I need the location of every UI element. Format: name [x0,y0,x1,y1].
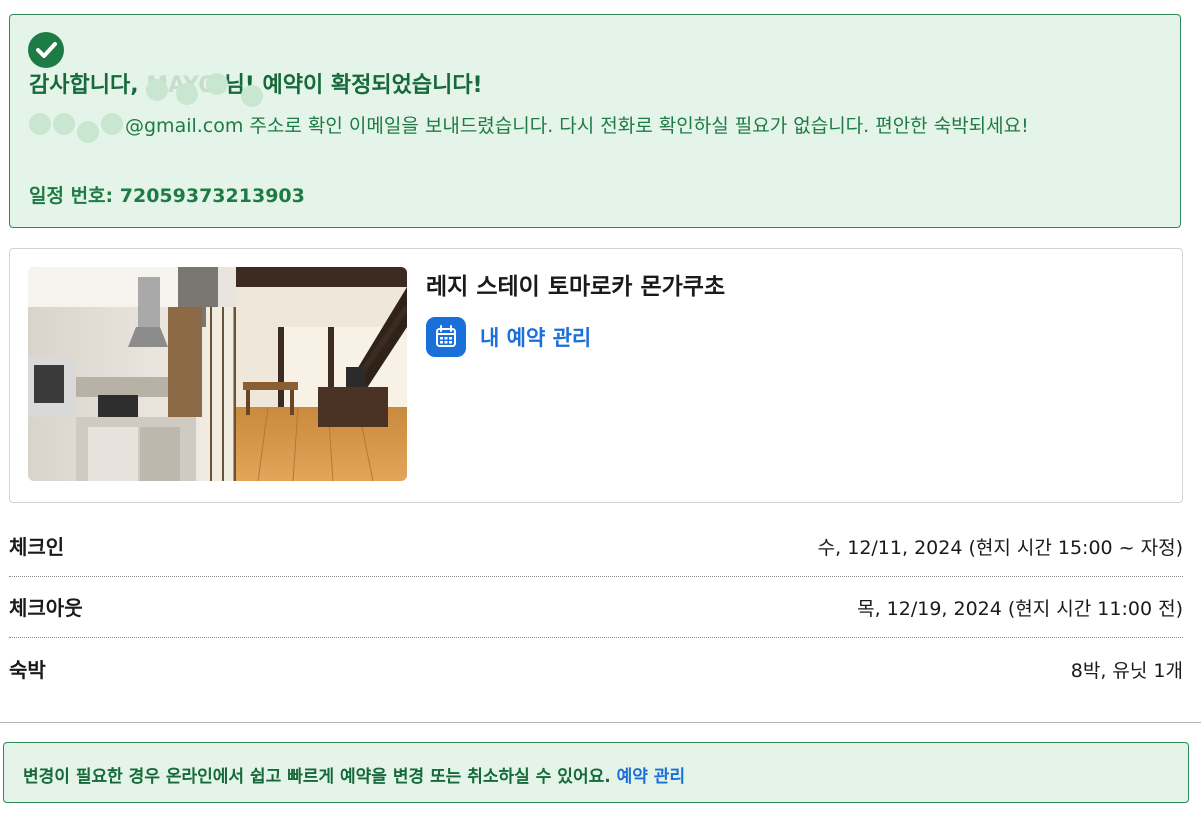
notice-message: 변경이 필요한 경우 온라인에서 쉽고 빠르게 예약을 변경 또는 취소하실 수… [23,767,611,787]
stay-label: 숙박 [9,658,46,682]
checkout-value: 목, 12/19, 2024 (현지 시간 11:00 전) [857,598,1183,620]
confirmation-message: @gmail.com 주소로 확인 이메일을 보내드렸습니다. 다시 전화로 확… [29,112,1069,143]
itinerary-label: 일정 번호: [29,185,114,207]
guest-name: MAYO [146,73,264,107]
redaction-blur [29,112,51,135]
confirmation-banner: 감사합니다, MAYO 님! 예약이 확정되었습니다! @gmail.com 주… [9,14,1181,228]
section-divider [0,722,1201,723]
title-suffix: 님! 예약이 확정되었습니다! [224,73,483,98]
checkin-row: 체크인 수, 12/11, 2024 (현지 시간 15:00 ~ 자정) [9,517,1183,577]
checkout-row: 체크아웃 목, 12/19, 2024 (현지 시간 11:00 전) [9,578,1183,638]
notice-text: 변경이 필요한 경우 온라인에서 쉽고 빠르게 예약을 변경 또는 취소하실 수… [23,762,685,787]
manage-booking-link[interactable]: 내 예약 관리 [426,317,591,357]
confirmation-text: 주소로 확인 이메일을 보내드렸습니다. 다시 전화로 확인하실 필요가 없습니… [243,115,1029,137]
calendar-icon [426,317,466,357]
confirmation-title: 감사합니다, MAYO 님! 예약이 확정되었습니다! [29,67,483,107]
itinerary-value: 72059373213903 [119,185,305,207]
manage-booking-label: 내 예약 관리 [480,326,592,350]
hotel-card: 레지 스테이 토마로카 몬가쿠초 내 예약 관리 [9,248,1183,503]
email-domain: @gmail.com [125,115,244,137]
title-prefix: 감사합니다, [29,73,147,98]
redaction-blur [101,112,123,135]
change-notice: 변경이 필요한 경우 온라인에서 쉽고 빠르게 예약을 변경 또는 취소하실 수… [3,742,1189,803]
stay-value: 8박, 유닛 1개 [1070,660,1183,682]
hotel-photo [28,267,407,481]
checkout-label: 체크아웃 [9,596,83,620]
stay-row: 숙박 8박, 유닛 1개 [9,640,1183,700]
redaction-blur [53,112,75,135]
checkin-label: 체크인 [9,535,65,559]
itinerary-number: 일정 번호: 72059373213903 [29,181,305,208]
redaction-blur [241,85,264,107]
checkin-value: 수, 12/11, 2024 (현지 시간 15:00 ~ 자정) [817,537,1183,559]
redaction-blur [77,120,99,143]
check-circle-icon [28,32,64,68]
email-redacted [29,112,125,143]
notice-manage-link[interactable]: 예약 관리 [617,767,685,787]
redaction-blur [176,83,199,105]
hotel-name: 레지 스테이 토마로카 몬가쿠초 [426,274,726,300]
